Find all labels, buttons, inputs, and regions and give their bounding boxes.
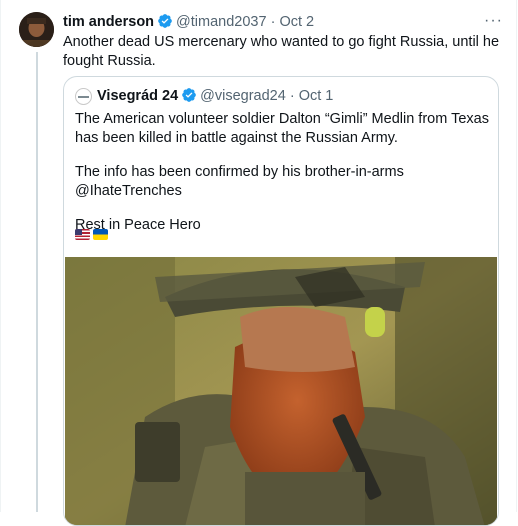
quoted-tweet-photo[interactable] — [65, 257, 497, 525]
more-options-icon[interactable]: ··· — [484, 12, 503, 30]
header-separator: · — [289, 88, 295, 104]
quoted-paragraph: The American volunteer soldier Dalton “G… — [75, 111, 489, 146]
us-flag-icon — [75, 229, 90, 240]
quoted-author-handle: @visegrad24 — [200, 88, 286, 104]
author-name[interactable]: tim anderson — [63, 14, 154, 30]
quoted-tweet-header: Visegrád 24 @visegrad24 · Oct 1 — [97, 87, 333, 108]
ukraine-flag-icon — [93, 229, 108, 240]
thread-line — [35, 52, 38, 512]
header-separator: · — [270, 14, 276, 30]
quoted-tweet-date: Oct 1 — [298, 88, 334, 104]
tweet-article[interactable]: tim anderson @timand2037 · Oct 2 ··· Anot… — [0, 0, 517, 526]
author-avatar[interactable] — [19, 12, 54, 47]
quoted-author-avatar — [75, 88, 92, 105]
tweet-date[interactable]: Oct 2 — [279, 14, 314, 30]
quoted-tweet-card[interactable]: Visegrád 24 @visegrad24 · Oct 1 The Ameri… — [63, 76, 499, 526]
verified-badge-icon — [181, 87, 197, 108]
tweet-text: Another dead US mercenary who wanted to … — [63, 34, 500, 69]
quoted-tweet-text: The American volunteer soldier Dalton “G… — [75, 110, 491, 250]
tweet-header: tim anderson @timand2037 · Oct 2 — [63, 13, 314, 34]
quoted-author-name: Visegrád 24 — [97, 88, 179, 104]
author-handle[interactable]: @timand2037 — [176, 14, 267, 30]
flag-emojis — [75, 229, 108, 240]
quoted-paragraph: Rest in Peace Hero — [75, 217, 201, 233]
quoted-paragraph: The info has been confirmed by his broth… — [75, 164, 404, 199]
verified-badge-icon — [157, 13, 173, 34]
